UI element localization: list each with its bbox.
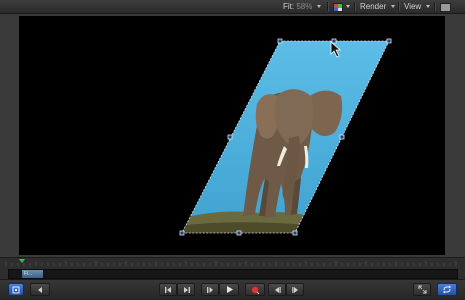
toolbar-divider	[434, 2, 436, 11]
transform-handle[interactable]	[339, 134, 345, 140]
canvas-toolbar: Fit: 58% Render View	[0, 0, 465, 14]
canvas-area	[0, 14, 465, 257]
clip-label: Fi...	[24, 271, 33, 277]
view-menu[interactable]: View	[404, 0, 421, 13]
fullscreen-button[interactable]	[413, 283, 431, 296]
transform-handle[interactable]	[386, 38, 392, 44]
render-menu[interactable]: Render	[360, 0, 386, 13]
prev-keyframe-button[interactable]	[268, 283, 286, 296]
canvas[interactable]	[19, 16, 445, 255]
go-to-start-icon	[164, 286, 171, 293]
mini-timeline: Fi...	[0, 257, 465, 280]
zoom-menu[interactable]: Fit: 58%	[283, 0, 312, 13]
layer-toggle-icon	[12, 286, 20, 293]
loop-icon	[443, 285, 451, 294]
transform-handle[interactable]	[179, 230, 185, 236]
next-keyframe-button[interactable]	[286, 283, 304, 296]
go-to-start-button[interactable]	[159, 283, 177, 296]
record-icon	[251, 285, 260, 294]
record-button[interactable]	[245, 283, 265, 296]
play-icon	[226, 286, 233, 293]
back-button[interactable]	[30, 283, 50, 296]
transport-bar	[0, 279, 465, 300]
layer-toggle-button[interactable]	[8, 283, 24, 296]
toolbar-divider	[398, 2, 400, 11]
transform-handle[interactable]	[292, 230, 298, 236]
transform-handle[interactable]	[331, 38, 337, 44]
playhead-icon[interactable]	[19, 259, 25, 263]
play-button[interactable]	[219, 283, 239, 296]
view-chevron-down-icon[interactable]	[426, 5, 430, 8]
transform-handle[interactable]	[236, 230, 242, 236]
timeline-clip[interactable]: Fi...	[22, 270, 43, 278]
prev-keyframe-icon	[274, 286, 281, 293]
render-chevron-down-icon[interactable]	[391, 5, 395, 8]
go-to-end-icon	[183, 286, 190, 293]
toolbar-divider	[354, 2, 356, 11]
fit-label: Fit:	[283, 2, 295, 11]
timeline-track[interactable]: Fi...	[8, 269, 458, 279]
loop-button[interactable]	[437, 283, 457, 296]
step-back-button[interactable]	[201, 283, 219, 296]
next-keyframe-icon	[291, 286, 298, 293]
timeline-ruler[interactable]	[4, 260, 459, 266]
go-to-end-button[interactable]	[177, 283, 195, 296]
zoom-value: 58%	[296, 2, 313, 11]
sheared-image-layer[interactable]	[179, 38, 392, 238]
transform-handle[interactable]	[277, 38, 283, 44]
color-channels-icon[interactable]	[333, 3, 343, 12]
canvas-stage	[179, 38, 392, 238]
toolbar-divider	[327, 2, 329, 11]
step-back-icon	[206, 286, 213, 293]
color-chevron-down-icon[interactable]	[346, 5, 350, 8]
fullscreen-icon	[418, 285, 426, 294]
back-icon	[38, 286, 42, 293]
layout-icon[interactable]	[440, 3, 451, 12]
zoom-chevron-down-icon[interactable]	[317, 5, 321, 8]
transform-handle[interactable]	[227, 134, 233, 140]
